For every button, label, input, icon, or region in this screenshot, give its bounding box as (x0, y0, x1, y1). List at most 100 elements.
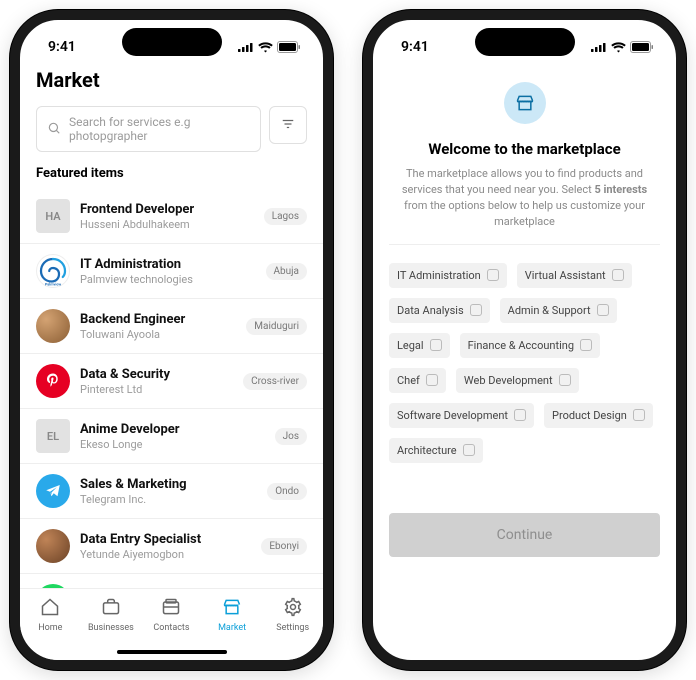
interest-chip[interactable]: Finance & Accounting (460, 333, 600, 358)
chip-label: Chef (397, 374, 420, 387)
listing-avatar (36, 364, 70, 398)
interest-chip[interactable]: Virtual Assistant (517, 263, 632, 288)
listing-row[interactable]: Backend EngineerToluwani Ayoola Maiduguri (20, 299, 323, 354)
checkbox-icon (430, 339, 442, 351)
tab-icon (101, 597, 121, 620)
tab-label: Businesses (88, 623, 134, 633)
tab-label: Contacts (153, 623, 189, 633)
search-input[interactable]: Search for services e.g photopgrapher (36, 106, 261, 152)
listing-body: Frontend DeveloperHusseni Abdulhakeem (80, 202, 254, 231)
interest-chip[interactable]: Legal (389, 333, 450, 358)
listing-row[interactable]: HAFrontend DeveloperHusseni AbdulhakeemL… (20, 189, 323, 244)
listing-avatar: Palmview (36, 254, 70, 288)
chip-label: Architecture (397, 444, 457, 457)
welcome-desc: The marketplace allows you to find produ… (389, 166, 660, 230)
tab-businesses[interactable]: Businesses (84, 597, 138, 633)
listing-subtitle: Palmview technologies (80, 273, 256, 286)
battery-icon (630, 41, 654, 53)
filter-icon (280, 116, 296, 135)
search-icon (47, 121, 61, 138)
tab-icon (283, 597, 303, 620)
tab-label: Market (218, 623, 246, 633)
signal-icon (591, 42, 607, 52)
checkbox-icon (514, 409, 526, 421)
location-badge: Abuja (266, 263, 307, 280)
listing-row[interactable]: Data & SecurityPinterest LtdCross-river (20, 354, 323, 409)
wifi-icon (611, 42, 626, 53)
interest-chip[interactable]: Web Development (456, 368, 579, 393)
listing-avatar (36, 309, 70, 343)
tab-market[interactable]: Market (205, 597, 259, 633)
listing-title: Frontend Developer (80, 202, 254, 217)
listing-body: Data Entry SpecialistYetunde Aiyemogbon (80, 532, 251, 561)
checkbox-icon (633, 409, 645, 421)
location-badge: Ondo (267, 483, 307, 500)
listing-subtitle: Pinterest Ltd (80, 383, 233, 396)
listing-row[interactable]: Sales & MarketingTelegram Inc. Ondo (20, 464, 323, 519)
listing-title: IT Administration (80, 257, 256, 272)
listing-subtitle: Telegram Inc. (80, 493, 257, 506)
listing-title: Data & Security (80, 367, 233, 382)
listing-avatar (36, 474, 70, 508)
listing-title: Sales & Marketing (80, 477, 257, 492)
continue-button[interactable]: Continue (389, 513, 660, 557)
listing-body: Anime DeveloperEkeso Longe (80, 422, 265, 451)
interest-chip[interactable]: Software Development (389, 403, 534, 428)
listing-row[interactable]: Data Entry SpecialistYetunde Aiyemogbon E… (20, 519, 323, 574)
chip-label: Legal (397, 339, 424, 352)
home-indicator (117, 650, 227, 654)
checkbox-icon (426, 374, 438, 386)
wifi-icon (258, 42, 273, 53)
battery-icon (277, 41, 301, 53)
filter-button[interactable] (269, 106, 307, 144)
tab-settings[interactable]: Settings (266, 597, 320, 633)
featured-list: HAFrontend DeveloperHusseni AbdulhakeemL… (20, 189, 323, 588)
checkbox-icon (580, 339, 592, 351)
interest-chips: IT Administration Virtual Assistant Data A… (389, 263, 660, 463)
phone-welcome: 9:41 Welcome to the marketplace The mark… (363, 10, 686, 670)
interest-chip[interactable]: IT Administration (389, 263, 507, 288)
tab-icon (40, 597, 60, 620)
chip-label: Product Design (552, 409, 627, 422)
listing-body: Data & SecurityPinterest Ltd (80, 367, 233, 396)
svg-text:Palmview: Palmview (45, 282, 62, 286)
notch (122, 28, 222, 56)
listing-avatar: EL (36, 419, 70, 453)
listing-title: Data Entry Specialist (80, 532, 251, 547)
marketplace-icon (504, 82, 546, 124)
chip-label: Web Development (464, 374, 553, 387)
location-badge: Ebonyi (261, 538, 307, 555)
location-badge: Maiduguri (246, 318, 307, 335)
status-time: 9:41 (401, 39, 429, 55)
listing-row[interactable]: Palmview IT AdministrationPalmview techno… (20, 244, 323, 299)
checkbox-icon (463, 444, 475, 456)
checkbox-icon (612, 269, 624, 281)
interest-chip[interactable]: Product Design (544, 403, 653, 428)
listing-avatar: HA (36, 199, 70, 233)
interest-chip[interactable]: Chef (389, 368, 446, 393)
listing-avatar (36, 529, 70, 563)
listing-body: Sales & MarketingTelegram Inc. (80, 477, 257, 506)
location-badge: Jos (275, 428, 307, 445)
listing-subtitle: Ekeso Longe (80, 438, 265, 451)
listing-subtitle: Toluwani Ayoola (80, 328, 236, 341)
interest-chip[interactable]: Admin & Support (500, 298, 617, 323)
tab-home[interactable]: Home (23, 597, 77, 633)
checkbox-icon (597, 304, 609, 316)
tab-contacts[interactable]: Contacts (144, 597, 198, 633)
chip-label: Finance & Accounting (468, 339, 574, 352)
listing-row[interactable]: EL Anime DeveloperEkeso Longe Jos (20, 409, 323, 464)
chip-label: Data Analysis (397, 304, 464, 317)
listing-title: Anime Developer (80, 422, 265, 437)
tab-label: Settings (276, 623, 309, 633)
checkbox-icon (487, 269, 499, 281)
interest-chip[interactable]: Architecture (389, 438, 483, 463)
chip-label: Admin & Support (508, 304, 591, 317)
listing-title: Backend Engineer (80, 312, 236, 327)
listing-row[interactable]: Sales & MarketingSnapchat InOndo (20, 574, 323, 588)
tab-label: Home (38, 623, 62, 633)
search-placeholder: Search for services e.g photopgrapher (69, 115, 250, 143)
chip-label: IT Administration (397, 269, 481, 282)
interest-chip[interactable]: Data Analysis (389, 298, 490, 323)
listing-subtitle: Yetunde Aiyemogbon (80, 548, 251, 561)
